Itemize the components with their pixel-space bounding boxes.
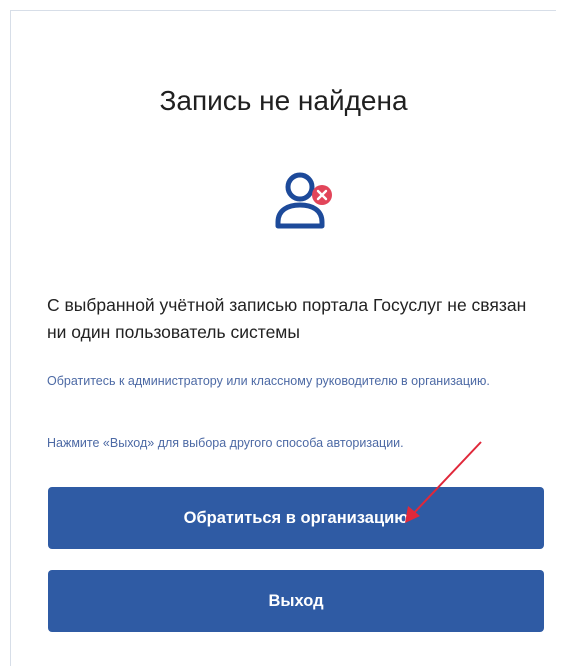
hint-exit: Нажмите «Выход» для выбора другого спосо… (47, 436, 404, 450)
exit-button[interactable]: Выход (48, 570, 544, 632)
not-found-card: Запись не найдена С выбранной учётной за… (10, 10, 556, 666)
user-error-icon (275, 172, 332, 229)
dialog-title: Запись не найдена (159, 85, 408, 116)
main-message: С выбранной учётной записью портала Госу… (47, 295, 527, 342)
hint-contact-admin: Обратитесь к администратору или классном… (47, 374, 490, 388)
contact-organization-button[interactable]: Обратиться в организацию (48, 487, 544, 549)
